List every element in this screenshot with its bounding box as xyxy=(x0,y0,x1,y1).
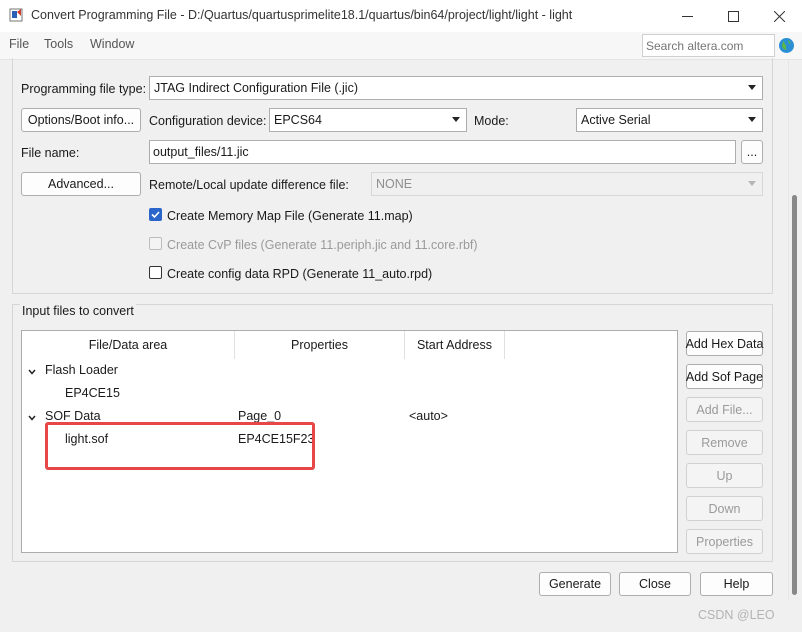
remote-update-value: NONE xyxy=(376,177,413,191)
close-window-button[interactable] xyxy=(756,0,802,32)
configuration-device-select[interactable]: EPCS64 xyxy=(269,108,467,132)
chevron-down-icon xyxy=(28,415,36,421)
annotation-highlight-box xyxy=(45,422,315,470)
help-button[interactable]: Help xyxy=(700,572,773,596)
mode-label: Mode: xyxy=(474,114,509,128)
remove-button[interactable]: Remove xyxy=(686,430,763,455)
globe-icon[interactable] xyxy=(778,37,795,54)
programming-file-type-label: Programming file type: xyxy=(21,82,147,96)
minimize-button[interactable] xyxy=(664,0,710,32)
window-title: Convert Programming File - D:/Quartus/qu… xyxy=(31,8,573,22)
menu-tools[interactable]: Tools xyxy=(44,37,73,51)
mode-select[interactable]: Active Serial xyxy=(576,108,763,132)
sof-start-address: <auto> xyxy=(409,409,448,423)
properties-button[interactable]: Properties xyxy=(686,529,763,554)
maximize-button[interactable] xyxy=(710,0,756,32)
input-files-group-title: Input files to convert xyxy=(20,304,136,318)
memory-map-checkbox[interactable] xyxy=(149,208,162,221)
remote-update-select[interactable]: NONE xyxy=(371,172,763,196)
tree-item-sof-data[interactable]: SOF Data xyxy=(45,409,101,423)
tree-item-flash-device[interactable]: EP4CE15 xyxy=(65,386,120,400)
minimize-icon xyxy=(681,15,693,17)
chevron-down-icon xyxy=(748,117,756,122)
file-name-input[interactable]: output_files/11.jic xyxy=(149,140,736,164)
configuration-device-label: Configuration device: xyxy=(149,114,267,128)
add-hex-data-button[interactable]: Add Hex Data xyxy=(686,331,763,356)
generate-button[interactable]: Generate xyxy=(539,572,611,596)
expander-flash-loader[interactable] xyxy=(28,365,36,375)
tree-item-flash-loader[interactable]: Flash Loader xyxy=(45,363,118,377)
search-box xyxy=(642,34,775,57)
up-button[interactable]: Up xyxy=(686,463,763,488)
column-header-file-data-area[interactable]: File/Data area xyxy=(22,331,235,359)
cvp-files-checkbox[interactable] xyxy=(149,237,162,250)
down-button[interactable]: Down xyxy=(686,496,763,521)
mode-value: Active Serial xyxy=(581,113,651,127)
programming-file-type-value: JTAG Indirect Configuration File (.jic) xyxy=(154,81,358,95)
options-boot-info-button[interactable]: Options/Boot info... xyxy=(21,108,141,132)
menu-file[interactable]: File xyxy=(9,37,29,51)
rpd-checkbox[interactable] xyxy=(149,266,162,279)
chevron-down-icon xyxy=(748,85,756,90)
browse-button[interactable]: ... xyxy=(741,140,763,164)
cvp-files-label: Create CvP files (Generate 11.periph.jic… xyxy=(167,238,478,252)
chevron-down-icon xyxy=(28,369,36,375)
file-name-value: output_files/11.jic xyxy=(153,145,249,159)
chevron-down-icon xyxy=(452,117,460,122)
scrollbar-thumb[interactable] xyxy=(792,195,797,595)
remote-update-label: Remote/Local update difference file: xyxy=(149,178,349,192)
file-name-label: File name: xyxy=(21,146,80,160)
app-icon xyxy=(8,7,24,23)
column-header-start-address[interactable]: Start Address xyxy=(405,331,505,359)
advanced-button[interactable]: Advanced... xyxy=(21,172,141,196)
maximize-icon xyxy=(727,10,739,22)
close-button[interactable]: Close xyxy=(619,572,691,596)
chevron-down-icon xyxy=(748,181,756,186)
add-sof-page-button[interactable]: Add Sof Page xyxy=(686,364,763,389)
checkmark-icon xyxy=(151,211,160,219)
configuration-device-value: EPCS64 xyxy=(274,113,322,127)
watermark-text: CSDN @LEO xyxy=(698,608,775,622)
column-header-properties[interactable]: Properties xyxy=(235,331,405,359)
rpd-label: Create config data RPD (Generate 11_auto… xyxy=(167,267,433,281)
search-input[interactable] xyxy=(643,35,774,56)
sof-page-property: Page_0 xyxy=(238,409,282,423)
expander-sof-data[interactable] xyxy=(28,411,36,421)
menu-window[interactable]: Window xyxy=(90,37,134,51)
add-file-button[interactable]: Add File... xyxy=(686,397,763,422)
programming-file-type-select[interactable]: JTAG Indirect Configuration File (.jic) xyxy=(149,76,763,100)
close-icon xyxy=(773,10,785,22)
memory-map-label: Create Memory Map File (Generate 11.map) xyxy=(167,209,413,223)
